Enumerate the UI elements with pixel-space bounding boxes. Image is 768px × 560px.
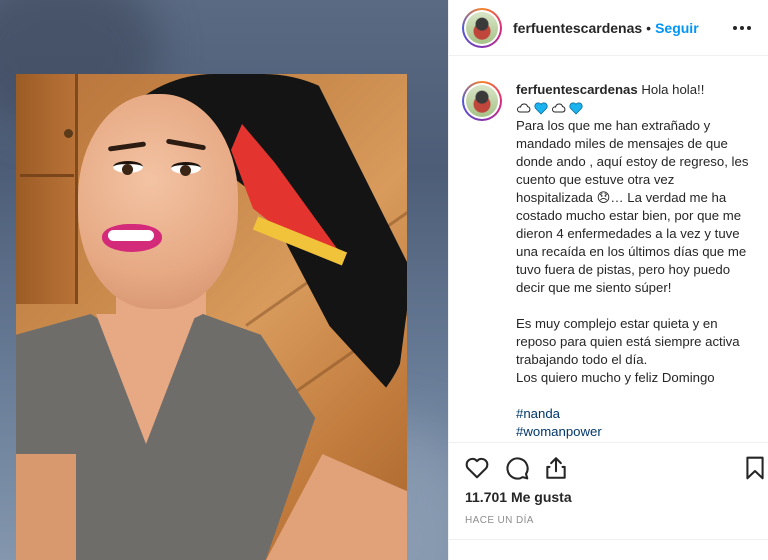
caption-paragraph: Los quiero mucho y feliz Domingo [516,370,715,385]
caption-username[interactable]: ferfuentescardenas [516,82,638,97]
more-options-icon[interactable] [730,16,754,40]
photo-face [78,94,238,309]
photo-cabinet [16,74,78,304]
avatar-frame [464,9,500,46]
photo-arm [16,454,76,560]
comment-icon[interactable] [504,455,530,481]
avatar-frame [464,83,500,119]
post-header: ferfuentescardenas • Seguir [449,0,768,56]
caption-greeting: Hola hola!! [641,82,705,97]
dot [740,26,744,30]
emoji-line [516,99,754,117]
caption-paragraph: Es muy complejo estar quieta y en reposo… [516,316,744,367]
blue-heart-emoji [534,101,548,115]
header-separator: • [646,19,652,36]
share-icon[interactable] [543,455,569,481]
avatar-image [466,85,498,117]
avatar[interactable] [462,81,502,121]
photo-teeth [108,230,154,241]
cloud-emoji [552,103,566,113]
caption-text: ferfuentescardenas Hola hola!! Para los … [516,81,754,441]
avatar-image [466,11,498,44]
like-heart-icon[interactable] [464,455,490,481]
caption-paragraph: Para los que me han extrañado y mandado … [516,118,753,295]
dot [747,26,751,30]
photo-eye [113,161,143,175]
post-timestamp[interactable]: HACE UN DÍA [465,515,534,526]
post-media-backdrop [0,0,448,560]
post-photo[interactable] [16,74,407,560]
cabinet-edge [20,174,74,177]
caption-area: ferfuentescardenas Hola hola!! Para los … [449,57,768,442]
cloud-emoji [517,103,531,113]
blue-heart-emoji [569,101,583,115]
hashtag-link[interactable]: #womanpower [516,423,754,441]
follow-button[interactable]: Seguir [655,20,699,36]
avatar[interactable] [462,7,502,48]
post-actions: 11.701 Me gusta HACE UN DÍA [449,442,768,560]
add-comment-bar[interactable] [449,539,768,560]
like-count[interactable]: 11.701 Me gusta [465,489,572,505]
cabinet-knob [64,129,73,138]
dot [733,26,737,30]
save-bookmark-icon[interactable] [742,455,768,481]
hashtag-link[interactable]: #nanda [516,405,754,423]
header-username[interactable]: ferfuentescardenas [513,20,642,36]
photo-eye [171,162,201,176]
